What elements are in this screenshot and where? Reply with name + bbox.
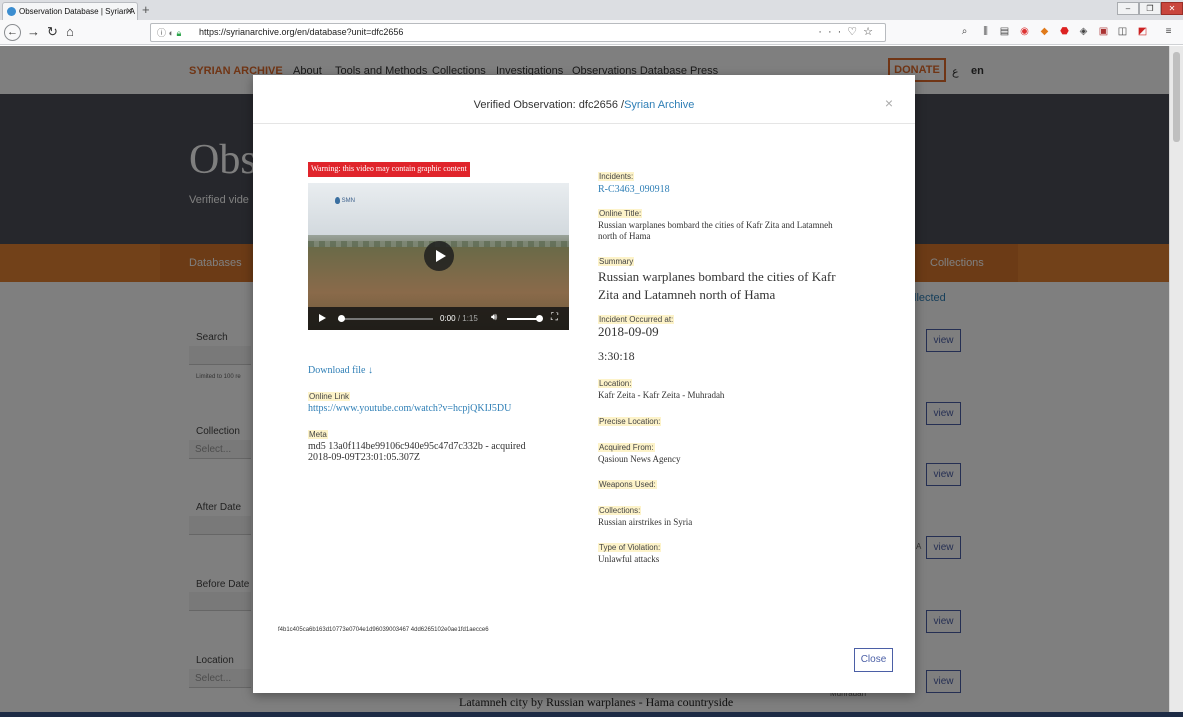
new-tab-icon[interactable]: + xyxy=(142,2,150,17)
forward-icon[interactable]: → xyxy=(27,24,40,40)
acquired-from-label: Acquired From: xyxy=(598,443,655,452)
favicon-icon xyxy=(7,7,16,16)
online-link-label: Online Link xyxy=(308,392,351,401)
play-overlay-icon[interactable] xyxy=(424,241,454,271)
online-title-label: Online Title: xyxy=(598,209,643,218)
observation-modal: Verified Observation: dfc2656 /Syrian Ar… xyxy=(253,75,915,693)
video-time: 0:00 / 1:15 xyxy=(440,314,478,323)
navigation-bar: ← → ↻ ⌂ ⓘ ◐ 🔒︎ https://syrianarchive.org… xyxy=(0,20,1183,45)
os-taskbar xyxy=(0,712,1183,717)
modal-header: Verified Observation: dfc2656 /Syrian Ar… xyxy=(253,75,915,124)
volume-handle[interactable] xyxy=(536,315,543,322)
download-file-link[interactable]: Download file ↓ xyxy=(308,365,373,376)
meta-label: Meta xyxy=(308,430,328,439)
extension-icon[interactable]: ◉ xyxy=(1018,25,1031,38)
page-actions-icons[interactable]: ···♡☆ xyxy=(818,25,879,38)
current-time: 0:00 xyxy=(440,314,456,323)
video-controls: 0:00 / 1:15 🔊︎ ⛶ xyxy=(308,307,569,330)
occurred-date: 2018-09-09 xyxy=(598,324,659,339)
collections-label: Collections: xyxy=(598,506,642,515)
tab-title: Observation Database | Syrian A xyxy=(19,7,135,16)
extension-icon[interactable]: ◈ xyxy=(1077,25,1090,38)
scrollbar-thumb[interactable] xyxy=(1173,52,1180,142)
video-frame-sky xyxy=(308,183,569,243)
summary-label: Summary xyxy=(598,257,635,266)
acquired-from-value: Qasioun News Agency xyxy=(598,454,681,464)
weapons-label: Weapons Used: xyxy=(598,480,657,489)
seek-bar[interactable] xyxy=(338,318,433,320)
url-text[interactable]: https://syrianarchive.org/en/database?un… xyxy=(199,27,403,37)
library-icon[interactable]: ⫼ xyxy=(979,25,992,38)
maximize-icon[interactable]: ❐ xyxy=(1139,2,1161,15)
search-icon[interactable]: ⌕ xyxy=(958,25,971,38)
occurred-time: 3:30:18 xyxy=(598,349,635,363)
home-icon[interactable]: ⌂ xyxy=(66,24,74,40)
online-link[interactable]: https://www.youtube.com/watch?v=hcpjQKIJ… xyxy=(308,403,511,414)
reload-icon[interactable]: ↻ xyxy=(47,24,58,40)
lock-icon: 🔒︎ xyxy=(176,28,182,38)
extension-icon[interactable]: ▣ xyxy=(1097,25,1110,38)
close-icon[interactable]: × xyxy=(885,95,893,111)
page-scrollbar[interactable] xyxy=(1169,46,1183,712)
close-tab-icon[interactable]: ✕ xyxy=(125,6,133,17)
watermark-text: SMN xyxy=(341,198,356,205)
video-player[interactable]: SMN 0:00 / 1:15 🔊︎ ⛶ xyxy=(308,183,569,330)
video-duration: / 1:15 xyxy=(457,314,478,323)
pdf-icon[interactable]: ◩ xyxy=(1136,25,1149,38)
minimize-icon[interactable]: – xyxy=(1117,2,1139,15)
precise-location-label: Precise Location: xyxy=(598,417,662,426)
location-value: Kafr Zeita - Kafr Zeita - Muhradah xyxy=(598,390,725,400)
reader-icon[interactable]: ▤ xyxy=(998,25,1011,38)
sidebar-icon[interactable]: ◫ xyxy=(1116,25,1129,38)
window-close-icon[interactable]: ✕ xyxy=(1161,2,1183,15)
address-bar[interactable]: ⓘ ◐ 🔒︎ https://syrianarchive.org/en/data… xyxy=(150,23,886,42)
location-field-label: Location: xyxy=(598,379,633,388)
online-title-value: Russian warplanes bombard the cities of … xyxy=(598,220,833,241)
modal-title: Verified Observation: dfc2656 /Syrian Ar… xyxy=(253,99,915,111)
incidents-label: Incidents: xyxy=(598,172,635,181)
volume-icon[interactable]: 🔊︎ xyxy=(491,312,497,323)
incident-link[interactable]: R-C3463_090918 xyxy=(598,184,670,195)
summary-value: Russian warplanes bombard the cities of … xyxy=(598,269,836,302)
adblock-icon[interactable]: ⬣ xyxy=(1058,25,1071,38)
menu-icon[interactable]: ≡ xyxy=(1162,25,1175,38)
modal-title-text: Verified Observation: dfc2656 / xyxy=(473,99,625,111)
violation-value: Unlawful attacks xyxy=(598,554,660,564)
extension-icon[interactable]: ◆ xyxy=(1038,25,1051,38)
syrian-archive-link[interactable]: Syrian Archive xyxy=(624,99,694,111)
meta-value: md5 13a0f114be99106c940e95c47d7c332b - a… xyxy=(308,441,526,463)
graphic-warning-badge: Warning: this video may contain graphic … xyxy=(308,162,470,177)
browser-tab[interactable]: Observation Database | Syrian A ✕ xyxy=(2,2,138,20)
occurred-label: Incident Occurred at: xyxy=(598,315,675,324)
tab-bar: Observation Database | Syrian A ✕ + – ❐ … xyxy=(0,0,1183,20)
collections-value: Russian airstrikes in Syria xyxy=(598,517,693,527)
watermark-logo-icon xyxy=(335,197,340,204)
seek-handle[interactable] xyxy=(338,315,345,322)
fullscreen-icon[interactable]: ⛶ xyxy=(551,312,558,323)
back-icon[interactable]: ← xyxy=(4,24,21,41)
violation-label: Type of Violation: xyxy=(598,543,662,552)
play-icon[interactable] xyxy=(319,314,326,322)
site-info-icons[interactable]: ⓘ ◐ 🔒︎ xyxy=(157,26,181,39)
record-hash: f4b1c405ca6b163d10773e0704e1d96039003467… xyxy=(278,627,489,633)
video-watermark: SMN xyxy=(335,197,355,204)
close-button[interactable]: Close xyxy=(854,648,893,672)
